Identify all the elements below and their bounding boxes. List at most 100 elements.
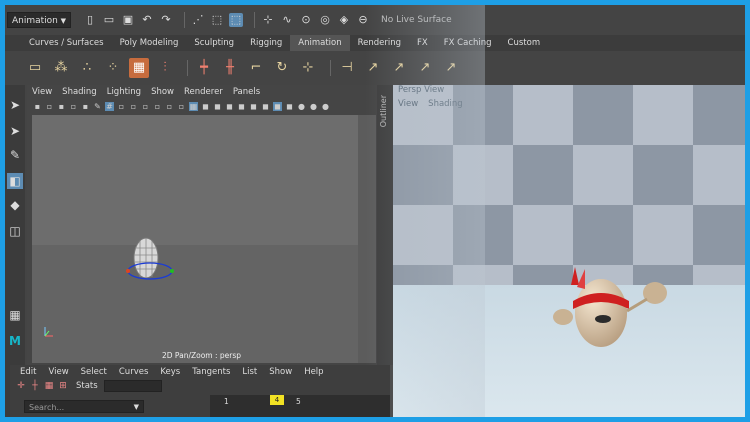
new-scene-icon[interactable]: ▯ bbox=[83, 13, 97, 27]
current-frame-marker[interactable]: 4 bbox=[270, 395, 284, 405]
menu-edit[interactable]: Edit bbox=[14, 367, 42, 377]
viewport-3d[interactable]: 2D Pan/Zoom : persp bbox=[32, 115, 376, 363]
field-chart-icon[interactable]: ▫ bbox=[153, 102, 162, 111]
pole-vector-icon[interactable]: ↗ bbox=[441, 58, 461, 78]
lasso-tool-icon[interactable]: ➤ bbox=[7, 123, 23, 139]
persp-view[interactable]: Persp View View Shading bbox=[393, 85, 745, 417]
rotate-tool-icon[interactable]: ◆ bbox=[7, 197, 23, 213]
wireframe-icon[interactable]: ▦ bbox=[189, 101, 198, 111]
menu-view[interactable]: View bbox=[27, 87, 57, 97]
key-rotate-icon[interactable]: ╫ bbox=[220, 58, 240, 78]
xray-icon[interactable]: ● bbox=[297, 102, 306, 111]
ik-handle-icon[interactable]: ⌐ bbox=[246, 58, 266, 78]
persp-menu-shading[interactable]: Shading bbox=[423, 99, 468, 113]
menu-lighting[interactable]: Lighting bbox=[102, 87, 146, 97]
redo-icon[interactable]: ↷ bbox=[159, 13, 173, 27]
select-object-icon[interactable]: ⬚ bbox=[210, 13, 224, 27]
safe-action-icon[interactable]: ▫ bbox=[165, 102, 174, 111]
menu-keys[interactable]: Keys bbox=[154, 367, 186, 377]
gate-mask-icon[interactable]: ▫ bbox=[141, 102, 150, 111]
scale-tool-icon[interactable]: ◫ bbox=[7, 223, 23, 239]
menu-renderer[interactable]: Renderer bbox=[179, 87, 228, 97]
grid-icon[interactable]: # bbox=[105, 101, 114, 111]
select-tool-icon[interactable]: ➤ bbox=[7, 97, 23, 113]
outliner-tab[interactable]: Outliner bbox=[377, 85, 393, 365]
open-scene-icon[interactable]: ▭ bbox=[102, 13, 116, 27]
paint-select-icon[interactable]: ✎ bbox=[7, 147, 23, 163]
select-hierarchy-icon[interactable]: ⋰ bbox=[191, 13, 205, 27]
joint-tool-icon[interactable]: ↻ bbox=[272, 58, 292, 78]
safe-title-icon[interactable]: ▫ bbox=[177, 102, 186, 111]
lights-icon[interactable]: ◼ bbox=[225, 102, 234, 111]
constraint-icon[interactable]: ⊹ bbox=[298, 58, 318, 78]
snap-point-icon[interactable]: ⊙ bbox=[299, 13, 313, 27]
time-ruler[interactable]: 1 4 5 bbox=[210, 395, 390, 417]
persp-menu-view[interactable]: View bbox=[393, 99, 423, 113]
layout-icon[interactable]: ▦ bbox=[7, 307, 23, 323]
create-clip-icon[interactable]: ▦ bbox=[129, 58, 149, 78]
menu-set-dropdown[interactable]: Animation ▼ bbox=[7, 12, 71, 28]
tab-rigging[interactable]: Rigging bbox=[242, 35, 290, 51]
shadows-icon[interactable]: ◼ bbox=[237, 102, 246, 111]
menu-show[interactable]: Show bbox=[146, 87, 179, 97]
grease-pencil-icon[interactable]: ✎ bbox=[93, 102, 102, 111]
orient-constraint-icon[interactable]: ↗ bbox=[389, 58, 409, 78]
snap-surface-icon[interactable]: ◈ bbox=[337, 13, 351, 27]
move-key-icon[interactable]: ✛ bbox=[16, 381, 26, 391]
menu-help[interactable]: Help bbox=[298, 367, 329, 377]
playblast-icon[interactable]: ▭ bbox=[25, 58, 45, 78]
xray-joints-icon[interactable]: ● bbox=[309, 102, 318, 111]
ambient-occlusion-icon[interactable]: ◼ bbox=[249, 102, 258, 111]
point-constraint-icon[interactable]: ⊣ bbox=[337, 58, 357, 78]
undo-icon[interactable]: ↶ bbox=[140, 13, 154, 27]
motion-blur-icon[interactable]: ◼ bbox=[261, 102, 270, 111]
bookmark-icon[interactable]: ▪ bbox=[57, 102, 66, 111]
aim-constraint-icon[interactable]: ↗ bbox=[363, 58, 383, 78]
live-surface-label[interactable]: No Live Surface bbox=[381, 15, 452, 25]
menu-select[interactable]: Select bbox=[75, 367, 113, 377]
snap-grid-icon[interactable]: ⊹ bbox=[261, 13, 275, 27]
tab-poly-modeling[interactable]: Poly Modeling bbox=[112, 35, 187, 51]
persp-title[interactable]: Persp View bbox=[393, 85, 449, 99]
insert-key-icon[interactable]: ┼ bbox=[30, 381, 40, 391]
menu-show[interactable]: Show bbox=[263, 367, 298, 377]
tab-fx[interactable]: FX bbox=[409, 35, 436, 51]
smooth-shade-icon[interactable]: ◼ bbox=[201, 102, 210, 111]
menu-curves[interactable]: Curves bbox=[113, 367, 155, 377]
stats-field[interactable] bbox=[103, 379, 162, 392]
search-input[interactable]: Search... ▼ bbox=[24, 399, 144, 413]
ghost-icon[interactable]: ∴ bbox=[77, 58, 97, 78]
tab-sculpting[interactable]: Sculpting bbox=[186, 35, 242, 51]
xray-active-icon[interactable]: ● bbox=[321, 102, 330, 111]
snap-curve-icon[interactable]: ∿ bbox=[280, 13, 294, 27]
camera-attr-icon[interactable]: ▫ bbox=[45, 102, 54, 111]
region-icon[interactable]: ⊞ bbox=[58, 381, 68, 391]
menu-list[interactable]: List bbox=[236, 367, 263, 377]
motion-trail-icon[interactable]: ⁂ bbox=[51, 58, 71, 78]
snap-view-icon[interactable]: ◎ bbox=[318, 13, 332, 27]
menu-tangents[interactable]: Tangents bbox=[186, 367, 236, 377]
tab-rendering[interactable]: Rendering bbox=[350, 35, 409, 51]
image-plane-icon[interactable]: ▫ bbox=[69, 102, 78, 111]
film-gate-icon[interactable]: ▫ bbox=[117, 102, 126, 111]
2d-pan-icon[interactable]: ▪ bbox=[81, 102, 90, 111]
multisample-icon[interactable]: ◼ bbox=[273, 101, 282, 111]
key-translate-icon[interactable]: ┿ bbox=[194, 58, 214, 78]
menu-panels[interactable]: Panels bbox=[228, 87, 265, 97]
set-key-icon[interactable]: ⫶ bbox=[155, 58, 175, 78]
unghost-icon[interactable]: ⁘ bbox=[103, 58, 123, 78]
lattice-icon[interactable]: ▦ bbox=[44, 381, 54, 391]
egg-character-wireframe[interactable] bbox=[120, 233, 180, 291]
camera-icon[interactable]: ▪ bbox=[33, 102, 42, 111]
magnet-icon[interactable]: ⊖ bbox=[356, 13, 370, 27]
move-tool-icon[interactable]: ◧ bbox=[7, 173, 23, 189]
tab-curves-surfaces[interactable]: Curves / Surfaces bbox=[21, 35, 112, 51]
parent-constraint-icon[interactable]: ↗ bbox=[415, 58, 435, 78]
save-scene-icon[interactable]: ▣ bbox=[121, 13, 135, 27]
textured-icon[interactable]: ◼ bbox=[213, 102, 222, 111]
select-component-icon[interactable]: ⬚ bbox=[229, 13, 243, 27]
isolate-icon[interactable]: ◼ bbox=[285, 102, 294, 111]
tab-custom[interactable]: Custom bbox=[500, 35, 549, 51]
tab-animation[interactable]: Animation bbox=[290, 35, 350, 51]
menu-view[interactable]: View bbox=[42, 367, 74, 377]
